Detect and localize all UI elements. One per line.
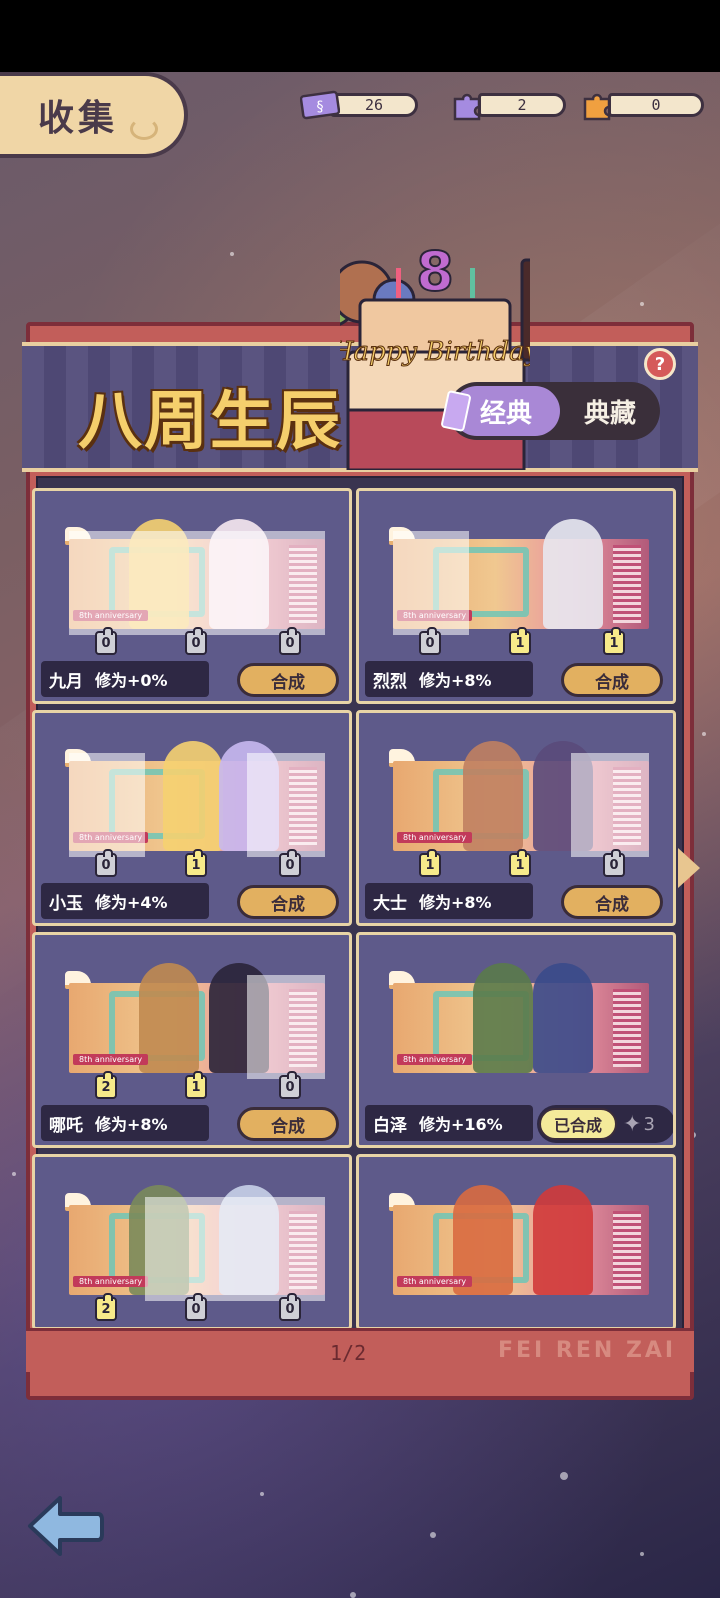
card-xiaoyu[interactable]: 8th anniversary 0 1 0 小玉修为+4% 合成: [32, 710, 352, 926]
toggle-collection[interactable]: 典藏: [560, 393, 660, 430]
piece-count: 0: [279, 627, 301, 655]
card-jiuyue[interactable]: 8th anniversary 0 0 0 九月修为+0% 合成: [32, 488, 352, 704]
anniversary-label: 8th anniversary: [73, 1276, 149, 1287]
tickets-count: 26: [330, 93, 418, 117]
back-arrow-icon[interactable]: [26, 1494, 104, 1558]
piece-count: 0: [185, 627, 207, 655]
collect-tab-label: 收集: [38, 98, 119, 139]
card-baize[interactable]: 8th anniversary 白泽 修为+16% 已合成 ✦ 3: [356, 932, 676, 1148]
collect-tab: 收集: [0, 72, 188, 158]
piece-count: 1: [509, 849, 531, 877]
anniversary-label: 8th anniversary: [397, 1276, 473, 1287]
next-page-arrow-icon[interactable]: [678, 848, 700, 888]
piece-count: 1: [419, 849, 441, 877]
purple-puzzle-count: 2: [478, 93, 566, 117]
resource-tickets: § 26: [300, 90, 418, 120]
card-dashi[interactable]: 8th anniversary 1 1 0 大士 修为+8% 合成: [356, 710, 676, 926]
toggle-classic-label: 经典: [479, 398, 532, 429]
svg-text:§: §: [317, 99, 324, 115]
synthesize-button[interactable]: 合成: [237, 663, 339, 697]
cake-number: 8: [416, 240, 454, 303]
piece-count: 0: [419, 627, 441, 655]
edition-toggle[interactable]: 经典 典藏: [440, 382, 660, 440]
piece-total: 3: [643, 1113, 655, 1135]
card-lielie[interactable]: 8th anniversary 0 1 1 烈烈修为+8% 合成: [356, 488, 676, 704]
piece-count: 1: [185, 1071, 207, 1099]
piece-count: 2: [95, 1293, 117, 1321]
card-7[interactable]: 8th anniversary 2 0 0: [32, 1154, 352, 1330]
card-name: 大士 修为+8%: [365, 883, 533, 919]
synthesized-status: 已合成 ✦ 3: [537, 1105, 673, 1143]
card-art: 8th anniversary: [393, 1185, 649, 1295]
card-name: 九月 修为+0%: [41, 661, 209, 697]
puzzle-piece-icon: ✦: [623, 1111, 642, 1137]
cake-text: Happy Birthday: [340, 337, 530, 367]
card-8[interactable]: 8th anniversary: [356, 1154, 676, 1330]
anniversary-label: 8th anniversary: [397, 832, 473, 843]
piece-count: 0: [279, 849, 301, 877]
card-name: 小玉 修为+4%: [41, 883, 209, 919]
toggle-classic[interactable]: 经典: [440, 386, 560, 436]
help-button[interactable]: ?: [644, 348, 676, 380]
card-name: 哪吒 修为+8%: [41, 1105, 209, 1141]
card-name: 烈烈 修为+8%: [365, 661, 533, 697]
purple-puzzle-icon: [448, 88, 488, 122]
piece-count: 1: [509, 627, 531, 655]
synthesize-button[interactable]: 合成: [561, 663, 663, 697]
anniversary-label: 8th anniversary: [397, 1054, 473, 1065]
orange-puzzle-count: 0: [608, 93, 704, 117]
anniversary-label: 8th anniversary: [73, 1054, 149, 1065]
piece-count: 0: [603, 849, 625, 877]
piece-count: 0: [95, 627, 117, 655]
piece-count: 0: [185, 1293, 207, 1321]
synthesize-button[interactable]: 合成: [237, 885, 339, 919]
piece-count: 1: [185, 849, 207, 877]
resource-purple-puzzle: 2: [448, 92, 566, 121]
card-art: 8th anniversary: [393, 963, 649, 1073]
page-indicator: 1/2: [330, 1341, 367, 1365]
help-icon: ?: [654, 353, 666, 375]
piece-count: 2: [95, 1071, 117, 1099]
piece-count: 1: [603, 627, 625, 655]
synthesized-label: 已合成: [539, 1108, 617, 1140]
synthesize-button[interactable]: 合成: [561, 885, 663, 919]
piece-count: 0: [279, 1293, 301, 1321]
ticket-icon: §: [300, 88, 340, 122]
brand-watermark: FEI REN ZAI: [498, 1338, 677, 1363]
resource-orange-puzzle: 0: [578, 92, 704, 121]
orange-puzzle-icon: [578, 88, 618, 122]
card-nezha[interactable]: 8th anniversary 2 1 0 哪吒 修为+8% 合成: [32, 932, 352, 1148]
synthesize-button[interactable]: 合成: [237, 1107, 339, 1141]
piece-count: 0: [279, 1071, 301, 1099]
event-title: 八周生辰: [78, 385, 342, 459]
card-name: 白泽 修为+16%: [365, 1105, 533, 1141]
piece-count: 0: [95, 849, 117, 877]
